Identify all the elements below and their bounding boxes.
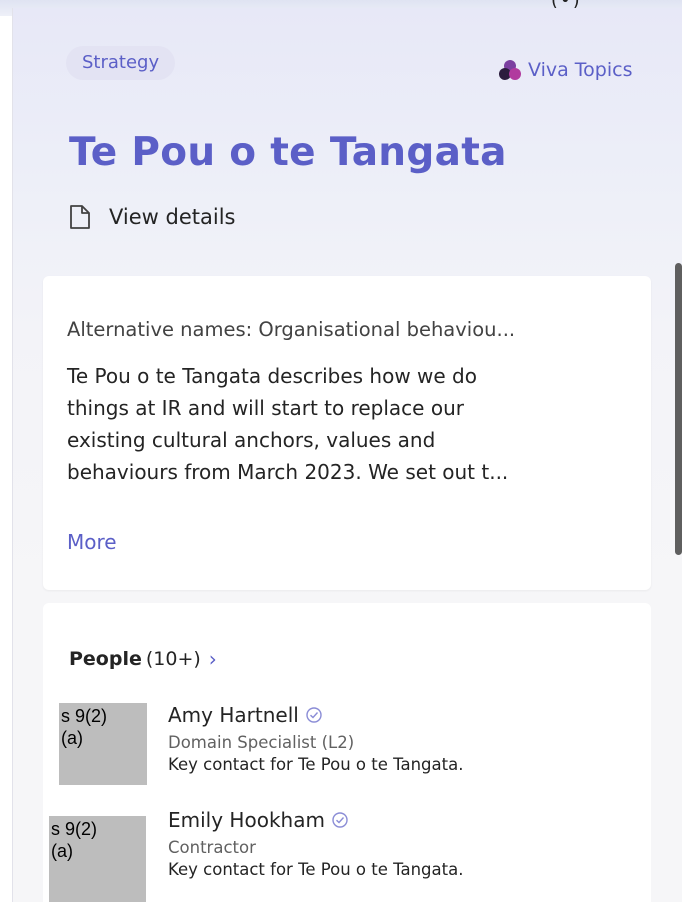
description-line: existing cultural anchors, values and [67, 428, 436, 452]
topic-title: Te Pou o te Tangata [69, 130, 507, 175]
scrollbar-thumb[interactable] [675, 263, 682, 555]
more-link[interactable]: More [67, 530, 117, 554]
description-line: behaviours from March 2023. We set out t… [67, 460, 509, 484]
person-name[interactable]: Amy Hartnell [168, 703, 323, 727]
view-details-link[interactable]: View details [69, 204, 235, 230]
view-details-label: View details [109, 205, 236, 229]
person-name-text: Emily Hookham [168, 808, 325, 832]
description-card: Alternative names: Organisational behavi… [43, 276, 651, 590]
document-icon [70, 205, 90, 229]
description-line: things at IR and will start to replace o… [67, 396, 464, 420]
viva-topics-icon [499, 60, 521, 80]
verified-icon [332, 812, 348, 828]
viva-topics-label: Viva Topics [528, 59, 633, 81]
topic-tag[interactable]: Strategy [66, 46, 176, 80]
verified-icon [306, 707, 322, 723]
redacted-avatar: s 9(2) (a) [59, 703, 147, 785]
description-text: Te Pou o te Tangata describes how we do … [67, 360, 642, 488]
person-item[interactable]: s 9(2) (a) Amy Hartnell Domain Specialis… [43, 699, 651, 789]
person-note: Key contact for Te Pou o te Tangata. [168, 860, 464, 879]
viva-topics-link[interactable]: Viva Topics [498, 58, 632, 82]
person-item[interactable]: s 9(2) (a) Emily Hookham Contractor Key … [43, 804, 651, 902]
person-role: Domain Specialist (L2) [168, 733, 355, 752]
person-name[interactable]: Emily Hookham [168, 808, 349, 832]
person-name-text: Amy Hartnell [168, 703, 299, 727]
description-line: Te Pou o te Tangata describes how we do [67, 364, 477, 388]
alternative-names: Alternative names: Organisational behavi… [67, 318, 516, 341]
redacted-avatar: s 9(2) (a) [49, 816, 146, 902]
person-role: Contractor [168, 838, 256, 857]
people-header[interactable]: People (10+) › [69, 647, 217, 671]
people-label: People [69, 648, 142, 670]
people-card: People (10+) › s 9(2) (a) Amy Hartnell D… [43, 603, 651, 902]
chevron-right-icon: › [208, 647, 217, 671]
people-count: (10+) [145, 648, 201, 670]
topic-card: Strategy Viva Topics Te Pou o te Tangata… [12, 8, 682, 902]
person-note: Key contact for Te Pou o te Tangata. [168, 755, 464, 774]
